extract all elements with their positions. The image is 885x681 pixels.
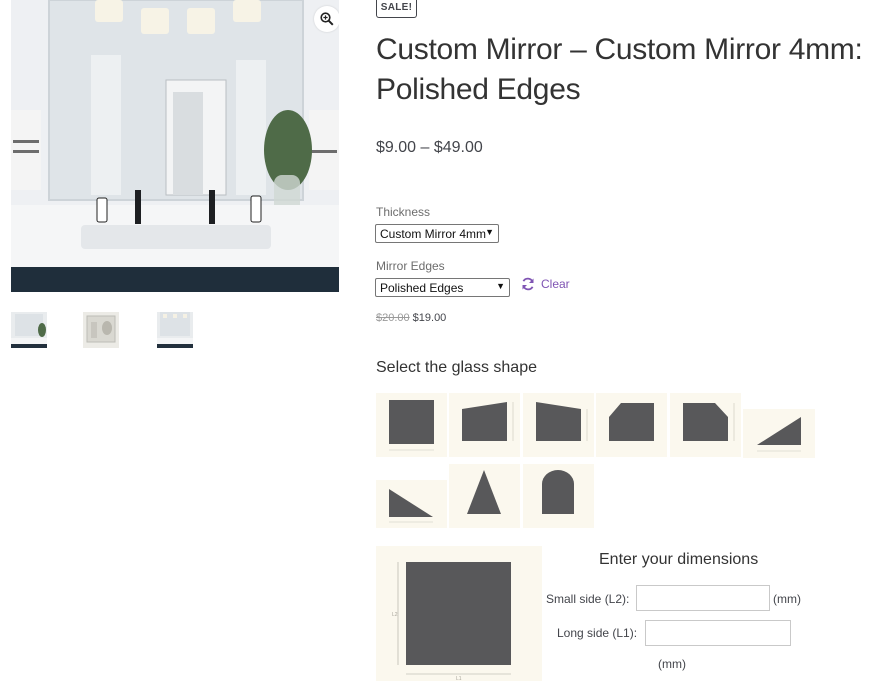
sale-badge: SALE!: [376, 0, 417, 18]
long-side-input[interactable]: [645, 620, 791, 646]
small-side-unit: (mm): [773, 592, 801, 606]
product-main-image[interactable]: [11, 0, 339, 292]
refresh-icon: [522, 277, 534, 291]
shape-option-arch[interactable]: [523, 464, 594, 528]
chevron-down-icon: ▼: [496, 281, 505, 291]
preview-l2-label: L2: [392, 612, 398, 618]
thumbnail-image: [157, 312, 193, 348]
zoom-button[interactable]: [314, 6, 339, 32]
small-side-input[interactable]: [636, 585, 770, 611]
mirror-edges-selected-value: Polished Edges: [380, 280, 464, 295]
thickness-select[interactable]: Custom Mirror 4mm ▼: [375, 224, 499, 243]
clear-label: Clear: [541, 277, 570, 291]
right-triangle-shape-icon: [389, 489, 433, 523]
small-side-label: Small side (L2):: [546, 592, 630, 606]
shape-option-cut-corner-left[interactable]: [596, 393, 667, 457]
thumbnail-image: [11, 312, 47, 348]
cut-corner-shape-icon: [683, 403, 735, 441]
slant-top-shape-icon: [536, 402, 588, 441]
shape-preview: L2 L1: [376, 546, 542, 681]
gallery-thumbnail[interactable]: [157, 312, 193, 348]
shape-option-slant-right[interactable]: [523, 393, 594, 457]
mirror-edges-select[interactable]: Polished Edges ▼: [375, 278, 510, 297]
zoom-in-icon: [320, 12, 334, 26]
product-title: Custom Mirror – Custom Mirror 4mm: Polis…: [376, 30, 866, 110]
product-title-line-1: Custom Mirror – Custom Mirror 4mm:: [376, 33, 863, 66]
triangle-shape-icon: [467, 470, 501, 514]
square-preview-diagram: L2 L1: [392, 562, 511, 681]
mirror-edges-label: Mirror Edges: [376, 259, 445, 273]
variation-price: $20.00 $19.00: [376, 312, 446, 324]
product-title-line-2: Polished Edges: [376, 73, 581, 106]
dimensions-heading: Enter your dimensions: [599, 551, 759, 568]
shape-option-slant-left[interactable]: [449, 393, 520, 457]
cut-corner-shape-icon: [609, 403, 654, 441]
chevron-down-icon: ▼: [485, 227, 494, 237]
shape-option-right-triangle-left[interactable]: [376, 480, 447, 528]
slant-top-shape-icon: [462, 402, 514, 441]
shape-option-triangle[interactable]: [449, 464, 520, 528]
right-triangle-shape-icon: [757, 417, 801, 452]
long-side-label: Long side (L1):: [557, 626, 638, 640]
price-range: $9.00 – $49.00: [376, 139, 483, 156]
shape-option-right-triangle[interactable]: [743, 409, 815, 458]
gallery-thumbnail[interactable]: [83, 312, 119, 348]
shape-section-heading: Select the glass shape: [376, 359, 537, 376]
shape-option-square[interactable]: [376, 393, 447, 457]
square-shape-icon: [389, 400, 434, 451]
preview-l1-label: L1: [456, 676, 462, 681]
shape-option-cut-corner-right[interactable]: [670, 393, 741, 457]
gallery-thumbnail[interactable]: [11, 312, 47, 348]
bathroom-photo: [11, 0, 339, 292]
thickness-selected-value: Custom Mirror 4mm: [380, 226, 487, 241]
thumbnail-image: [83, 312, 119, 348]
clear-selection-link[interactable]: Clear: [521, 277, 570, 291]
thickness-label: Thickness: [376, 205, 431, 219]
sale-price: $19.00: [412, 312, 447, 324]
long-side-unit: (mm): [658, 657, 686, 671]
regular-price: $20.00: [376, 312, 410, 324]
arch-shape-icon: [542, 470, 574, 514]
